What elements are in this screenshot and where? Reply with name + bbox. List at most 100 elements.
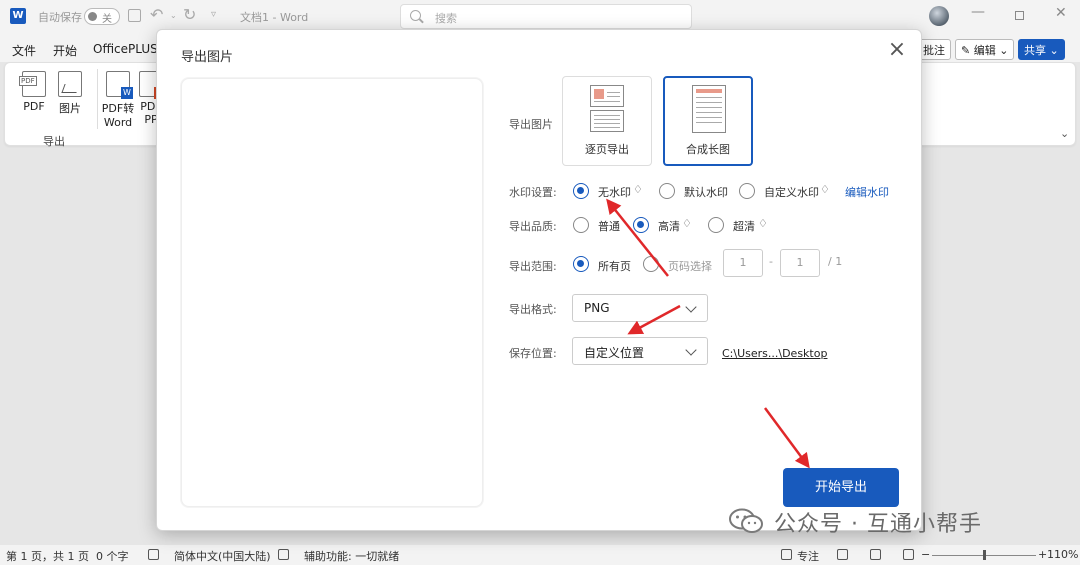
wechat-logo-icon <box>729 508 763 533</box>
premium-diamond-icon: ♢ <box>820 183 830 196</box>
pdf-to-word-button[interactable]: W PDF转 Word <box>101 71 135 129</box>
ribbon-divider <box>97 69 98 129</box>
page-from-input[interactable]: 1 <box>723 249 763 277</box>
page-count[interactable]: 第 1 页，共 1 页 <box>6 548 89 564</box>
autosave-toggle[interactable]: 关 <box>84 8 120 25</box>
pdf-to-word-icon: W <box>106 71 133 99</box>
start-export-button[interactable]: 开始导出 <box>783 468 899 507</box>
autosave-state: 关 <box>102 14 112 25</box>
quality-hd-label: 高清 <box>658 220 680 233</box>
premium-diamond-icon: ♢ <box>758 217 768 230</box>
pdf-to-word-label-2: Word <box>103 116 133 129</box>
export-pdf-label: PDF <box>23 100 45 113</box>
radio-all-pages[interactable] <box>573 256 589 272</box>
option-long-image[interactable]: 合成长图 <box>663 76 753 166</box>
format-label: 导出格式: <box>509 303 557 316</box>
export-pdf-button[interactable]: PDF PDF <box>19 71 49 113</box>
zoom-slider-thumb[interactable] <box>983 550 986 560</box>
chevron-down-icon <box>685 344 697 356</box>
undo-dropdown-icon[interactable]: ⌄ <box>170 11 177 20</box>
redo-icon[interactable]: ↻ <box>183 5 196 24</box>
radio-default-watermark[interactable] <box>659 183 675 199</box>
accessibility-status[interactable]: 辅助功能: 一切就绪 <box>304 548 399 564</box>
dialog-title: 导出图片 <box>181 50 234 65</box>
tab-officeplus[interactable]: OfficePLUS <box>93 42 158 56</box>
word-app-icon: W <box>10 8 26 24</box>
page-range-dash: - <box>769 255 773 268</box>
export-image-button[interactable]: 图片 <box>55 71 85 116</box>
export-preview-pane <box>181 78 483 507</box>
radio-quality-ultra[interactable] <box>708 217 724 233</box>
tab-home[interactable]: 开始 <box>53 42 77 59</box>
all-pages-label: 所有页 <box>598 260 631 273</box>
pdf-tag: PDF <box>19 76 37 86</box>
quality-normal-label: 普通 <box>598 220 620 233</box>
window-close-icon[interactable]: ✕ <box>1055 5 1067 21</box>
radio-quality-hd[interactable] <box>633 217 649 233</box>
radio-no-watermark[interactable] <box>573 183 589 199</box>
quick-access-more-icon[interactable]: ▿ <box>211 9 216 20</box>
zoom-level[interactable]: 110% <box>1047 548 1078 561</box>
share-button[interactable]: 共享 ⌄ <box>1018 39 1065 60</box>
ribbon-collapse-icon[interactable]: ⌄ <box>1060 127 1069 140</box>
undo-icon[interactable]: ↶ <box>150 5 163 24</box>
long-image-icon <box>692 85 726 133</box>
custom-watermark-label: 自定义水印 <box>764 186 819 199</box>
page-icon-bottom <box>590 110 624 132</box>
zoom-out-icon[interactable]: − <box>921 548 930 561</box>
save-icon[interactable] <box>128 9 141 22</box>
search-input[interactable]: 搜索 <box>400 4 692 29</box>
close-icon[interactable]: × <box>886 39 908 62</box>
focus-icon[interactable] <box>781 549 792 560</box>
location-value: 自定义位置 <box>584 346 645 360</box>
location-select[interactable]: 自定义位置 <box>572 337 708 365</box>
proofing-icon[interactable] <box>148 549 159 560</box>
page-to-input[interactable]: 1 <box>780 249 820 277</box>
pdf-to-word-label: PDF转 <box>101 102 135 115</box>
toggle-knob <box>88 12 97 21</box>
read-mode-icon[interactable] <box>837 549 848 560</box>
maximize-icon[interactable] <box>1015 11 1024 20</box>
edit-mode-button[interactable]: ✎ 编辑 ⌄ <box>955 39 1015 60</box>
watermark-label: 水印设置: <box>509 186 557 199</box>
watermark-text: 公众号 · 互通小帮手 <box>774 512 982 537</box>
comment-button[interactable]: 批注 <box>917 39 951 60</box>
minimize-icon[interactable]: — <box>971 4 985 20</box>
radio-quality-normal[interactable] <box>573 217 589 233</box>
format-select[interactable]: PNG <box>572 294 708 322</box>
search-icon <box>410 10 421 21</box>
no-watermark-label: 无水印 <box>598 186 631 199</box>
zoom-in-icon[interactable]: + <box>1038 548 1047 561</box>
export-image-label: 图片 <box>59 102 81 115</box>
option-page-by-page[interactable]: 逐页导出 <box>562 76 652 166</box>
language-status[interactable]: 简体中文(中国大陆) <box>174 548 271 564</box>
radio-page-select[interactable] <box>643 256 659 272</box>
focus-mode[interactable]: 专注 <box>797 548 819 564</box>
default-watermark-label: 默认水印 <box>684 186 728 199</box>
format-value: PNG <box>584 301 610 315</box>
radio-custom-watermark[interactable] <box>739 183 755 199</box>
premium-diamond-icon: ♢ <box>633 183 643 196</box>
pdf-file-icon: PDF <box>19 71 46 97</box>
export-image-dialog: 导出图片 × 导出图片 逐页导出 合成长图 水印设置: 无水印 ♢ 默认水印 自… <box>156 29 922 531</box>
status-bar: 第 1 页，共 1 页 0 个字 简体中文(中国大陆) 辅助功能: 一切就绪 专… <box>0 545 1080 565</box>
save-path-link[interactable]: C:\Users...\Desktop <box>722 347 827 360</box>
edit-watermark-link[interactable]: 编辑水印 <box>845 184 889 200</box>
avatar[interactable] <box>929 6 949 26</box>
web-layout-icon[interactable] <box>903 549 914 560</box>
tab-file[interactable]: 文件 <box>12 42 36 59</box>
chevron-down-icon <box>685 301 697 313</box>
print-layout-icon[interactable] <box>870 549 881 560</box>
location-label: 保存位置: <box>509 347 557 360</box>
page-icon-top <box>590 85 624 107</box>
document-title: 文档1 - Word <box>240 11 309 24</box>
word-count[interactable]: 0 个字 <box>96 548 129 564</box>
word-badge: W <box>121 87 133 99</box>
quality-label: 导出品质: <box>509 220 557 233</box>
autosave-label: 自动保存 <box>38 11 82 24</box>
predictions-icon[interactable] <box>278 549 289 560</box>
option-page-by-page-label: 逐页导出 <box>585 143 629 156</box>
quality-ultra-label: 超清 <box>733 220 755 233</box>
ribbon-group-label: 导出 <box>43 135 65 148</box>
option-long-image-label: 合成长图 <box>686 143 730 156</box>
